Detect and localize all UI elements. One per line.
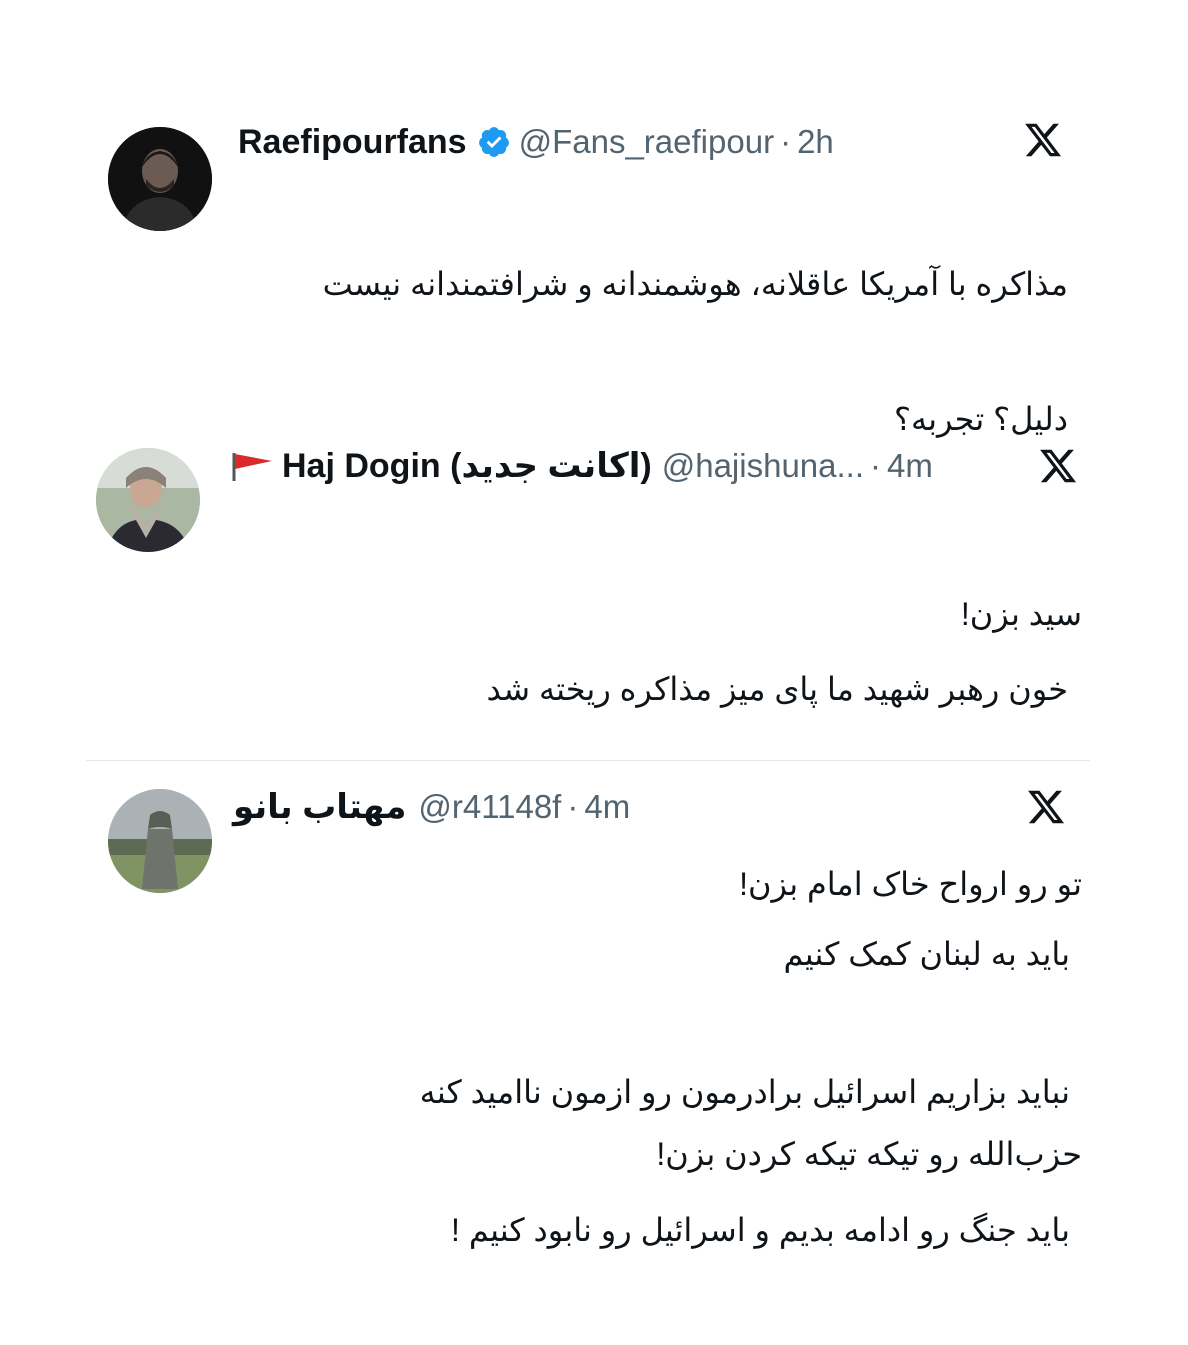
- tweet-line: مذاکره با آمریکا عاقلانه، هوشمندانه و شر…: [322, 266, 1068, 302]
- tweet-header: Haj Dogin (اکانت جدید) @hajishuna... · 4…: [230, 444, 933, 488]
- display-name[interactable]: مهتاب بانو: [233, 787, 406, 827]
- tweet-header: Raefipourfans @Fans_raefipour · 2h: [238, 120, 834, 164]
- display-name[interactable]: Raefipourfans: [238, 123, 467, 162]
- x-logo-icon[interactable]: [1026, 787, 1066, 827]
- tweet-line: باید به لبنان کمک کنیم: [783, 936, 1070, 972]
- avatar[interactable]: [108, 789, 212, 893]
- handle[interactable]: @Fans_raefipour: [519, 123, 774, 161]
- separator: ·: [567, 788, 579, 825]
- timestamp[interactable]: 2h: [797, 123, 834, 161]
- tweet-line: نباید بزاریم اسرائیل برادرمون رو ازمون ن…: [419, 1074, 1070, 1110]
- tweet-line: باید جنگ رو ادامه بدیم و اسرائیل رو نابو…: [451, 1212, 1070, 1248]
- tweet-2[interactable]: Haj Dogin (اکانت جدید) @hajishuna... · 4…: [0, 420, 1188, 1172]
- avatar[interactable]: [108, 127, 212, 231]
- separator: ·: [780, 123, 792, 160]
- red-flag-icon: [230, 451, 274, 481]
- x-logo-icon[interactable]: [1038, 446, 1078, 486]
- handle[interactable]: @hajishuna...: [662, 447, 864, 485]
- timestamp[interactable]: 4m: [887, 447, 933, 485]
- verified-badge-icon: [477, 125, 511, 159]
- tweet-1[interactable]: Raefipourfans @Fans_raefipour · 2h مذاکر…: [0, 0, 1188, 707]
- timestamp[interactable]: 4m: [584, 788, 630, 826]
- tweet-line: سید بزن!: [960, 596, 1082, 632]
- tweet-text: باید به لبنان کمک کنیم نباید بزاریم اسرا…: [230, 839, 1070, 1345]
- avatar[interactable]: [96, 448, 200, 552]
- tweet-header: مهتاب بانو @r41148f · 4m: [233, 785, 630, 829]
- display-name[interactable]: Haj Dogin (اکانت جدید): [282, 446, 652, 486]
- separator: ·: [870, 447, 882, 484]
- x-logo-icon[interactable]: [1023, 120, 1063, 160]
- tweet-3[interactable]: مهتاب بانو @r41148f · 4m باید به لبنان ک…: [0, 761, 1188, 1248]
- handle[interactable]: @r41148f: [418, 788, 561, 826]
